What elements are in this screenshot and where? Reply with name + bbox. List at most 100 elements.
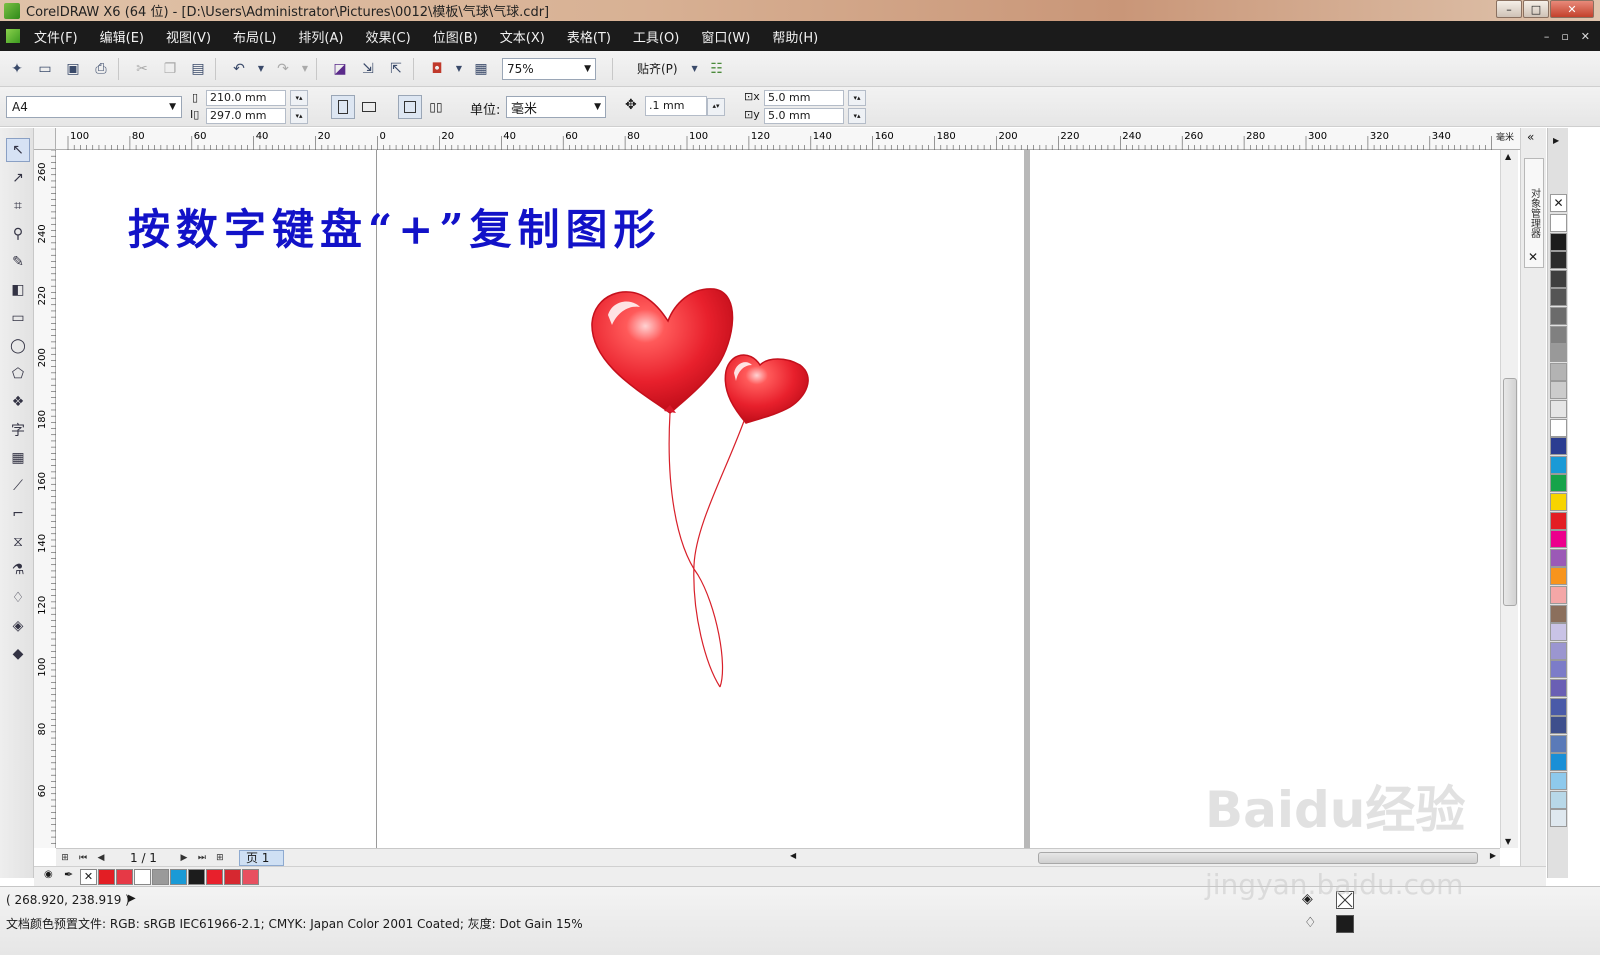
outline-pen-tool-icon[interactable]: ♢: [6, 586, 30, 610]
crop-tool-icon[interactable]: ⌗: [6, 194, 30, 218]
previous-page-icon[interactable]: ◀: [92, 853, 110, 863]
interactive-fill-tool-icon[interactable]: ◆: [6, 642, 30, 666]
export-icon[interactable]: ⇱: [385, 58, 407, 80]
rectangle-tool-icon[interactable]: ▭: [6, 306, 30, 330]
color-swatch[interactable]: [1550, 734, 1567, 753]
text-tool-icon[interactable]: 字: [6, 418, 30, 442]
undo-icon[interactable]: ↶: [228, 58, 250, 80]
smart-fill-tool-icon[interactable]: ◧: [6, 278, 30, 302]
page-width-stepper[interactable]: ▾▴: [290, 90, 308, 106]
menu-file[interactable]: 文件(F): [34, 27, 78, 46]
document-color-swatch[interactable]: [224, 869, 241, 885]
color-swatch[interactable]: [1550, 697, 1567, 716]
scroll-up-icon[interactable]: ▲: [1505, 152, 1511, 161]
doc-restore-button[interactable]: ▫: [1561, 30, 1568, 43]
color-swatch[interactable]: [1550, 214, 1567, 232]
publish-dropdown-icon[interactable]: ▼: [454, 58, 464, 80]
search-content-icon[interactable]: ◪: [329, 58, 351, 80]
blend-tool-icon[interactable]: ⧖: [6, 530, 30, 554]
color-swatch[interactable]: [1550, 381, 1567, 400]
undo-dropdown-icon[interactable]: ▼: [256, 58, 266, 80]
publish-pdf-icon[interactable]: ◘: [426, 58, 448, 80]
scroll-down-icon[interactable]: ▼: [1505, 837, 1511, 846]
page-height-field[interactable]: 297.0 mm: [206, 108, 286, 124]
no-color-swatch[interactable]: ✕: [1550, 194, 1567, 212]
document-color-swatch[interactable]: [242, 869, 259, 885]
pick-tool-icon[interactable]: ↖: [6, 138, 30, 162]
color-swatch[interactable]: [1550, 530, 1567, 549]
menu-layout[interactable]: 布局(L): [233, 27, 276, 46]
document-palette-menu-icon[interactable]: ◉: [44, 869, 53, 880]
menu-edit[interactable]: 编辑(E): [100, 27, 144, 46]
redo-dropdown-icon[interactable]: ▼: [300, 58, 310, 80]
menu-effects[interactable]: 效果(C): [365, 27, 410, 46]
snap-to-button[interactable]: 贴齐(P): [637, 60, 678, 77]
collapse-docker-icon[interactable]: «: [1527, 130, 1534, 144]
document-color-swatch[interactable]: [170, 869, 187, 885]
current-page-button[interactable]: ▯▯: [424, 95, 448, 119]
menu-window[interactable]: 窗口(W): [701, 27, 750, 46]
nudge-stepper[interactable]: ▴▾: [707, 98, 725, 116]
nudge-distance-field[interactable]: .1 mm: [645, 96, 707, 116]
cut-icon[interactable]: ✂: [131, 58, 153, 80]
page-height-stepper[interactable]: ▾▴: [290, 108, 308, 124]
next-page-icon[interactable]: ▶: [175, 853, 193, 863]
color-swatch[interactable]: [1550, 325, 1567, 344]
doc-minimize-button[interactable]: –: [1544, 30, 1550, 43]
instruction-text[interactable]: 按数字键盘“+”复制图形: [128, 196, 662, 257]
horizontal-scroll-thumb[interactable]: [1038, 852, 1478, 864]
add-page-before-icon[interactable]: ⊞: [56, 853, 74, 863]
last-page-icon[interactable]: ⏭: [193, 853, 211, 863]
add-page-after-icon[interactable]: ⊞: [211, 853, 229, 863]
color-swatch[interactable]: [1550, 400, 1567, 418]
duplicate-x-stepper[interactable]: ▾▴: [848, 90, 866, 106]
horizontal-scrollbar[interactable]: ◀ ▶: [786, 848, 1500, 866]
document-color-swatch[interactable]: [152, 869, 169, 885]
ruler-origin[interactable]: [34, 128, 56, 150]
vertical-ruler[interactable]: 260 240 220 200 180 160 140 120 100 80 60: [34, 149, 56, 848]
document-color-swatch[interactable]: [206, 869, 223, 885]
color-swatch[interactable]: [1550, 753, 1567, 772]
color-swatch[interactable]: [1550, 604, 1567, 623]
color-swatch[interactable]: [1550, 567, 1567, 586]
shape-tool-icon[interactable]: ↗: [6, 166, 30, 190]
page-width-field[interactable]: 210.0 mm: [206, 90, 286, 106]
heart-balloons-graphic[interactable]: [586, 285, 886, 705]
document-color-swatch[interactable]: [116, 869, 133, 885]
menu-text[interactable]: 文本(X): [500, 27, 545, 46]
options-icon[interactable]: ☷: [706, 58, 728, 80]
zoom-level-select[interactable]: 75% ▼: [502, 57, 596, 80]
horizontal-ruler[interactable]: 100 80 60 40 20 0 20 40 60 80 100 120 140 160 180 200 22…: [56, 128, 1520, 150]
landscape-button[interactable]: [357, 95, 381, 119]
close-button[interactable]: ✕: [1550, 0, 1594, 18]
color-swatch[interactable]: [1550, 344, 1567, 363]
snap-dropdown-icon[interactable]: ▼: [690, 58, 700, 80]
color-swatch[interactable]: [1550, 511, 1567, 530]
doc-close-button[interactable]: ✕: [1581, 30, 1590, 43]
units-select[interactable]: 毫米 ▼: [506, 96, 606, 118]
document-color-swatch[interactable]: [98, 869, 115, 885]
color-swatch[interactable]: [1550, 251, 1567, 270]
new-document-icon[interactable]: ✦: [6, 58, 28, 80]
open-folder-icon[interactable]: ▭: [34, 58, 56, 80]
eyedropper-icon[interactable]: ✒: [64, 868, 73, 881]
polygon-tool-icon[interactable]: ⬠: [6, 362, 30, 386]
docker-close-icon[interactable]: ✕: [1528, 250, 1538, 264]
duplicate-distance-x-field[interactable]: 5.0 mm: [764, 90, 844, 106]
eyedropper-tool-icon[interactable]: ⚗: [6, 558, 30, 582]
basic-shapes-tool-icon[interactable]: ❖: [6, 390, 30, 414]
menu-arrange[interactable]: 排列(A): [298, 27, 343, 46]
drawing-canvas[interactable]: 按数字键盘“+”复制图形: [56, 150, 1500, 848]
menu-view[interactable]: 视图(V): [166, 27, 211, 46]
expand-coords-icon[interactable]: ▶: [128, 893, 136, 904]
fill-tool-icon[interactable]: ◈: [6, 614, 30, 638]
color-swatch[interactable]: [1550, 790, 1567, 809]
save-icon[interactable]: ▣: [62, 58, 84, 80]
page-tab-1[interactable]: 页 1: [238, 849, 285, 866]
color-swatch[interactable]: [1550, 641, 1567, 660]
color-swatch[interactable]: [1550, 679, 1567, 697]
no-color-swatch[interactable]: ✕: [80, 869, 97, 885]
color-swatch[interactable]: [1550, 623, 1567, 642]
maximize-button[interactable]: □: [1523, 0, 1549, 18]
dimension-tool-icon[interactable]: ⟋: [6, 474, 30, 498]
